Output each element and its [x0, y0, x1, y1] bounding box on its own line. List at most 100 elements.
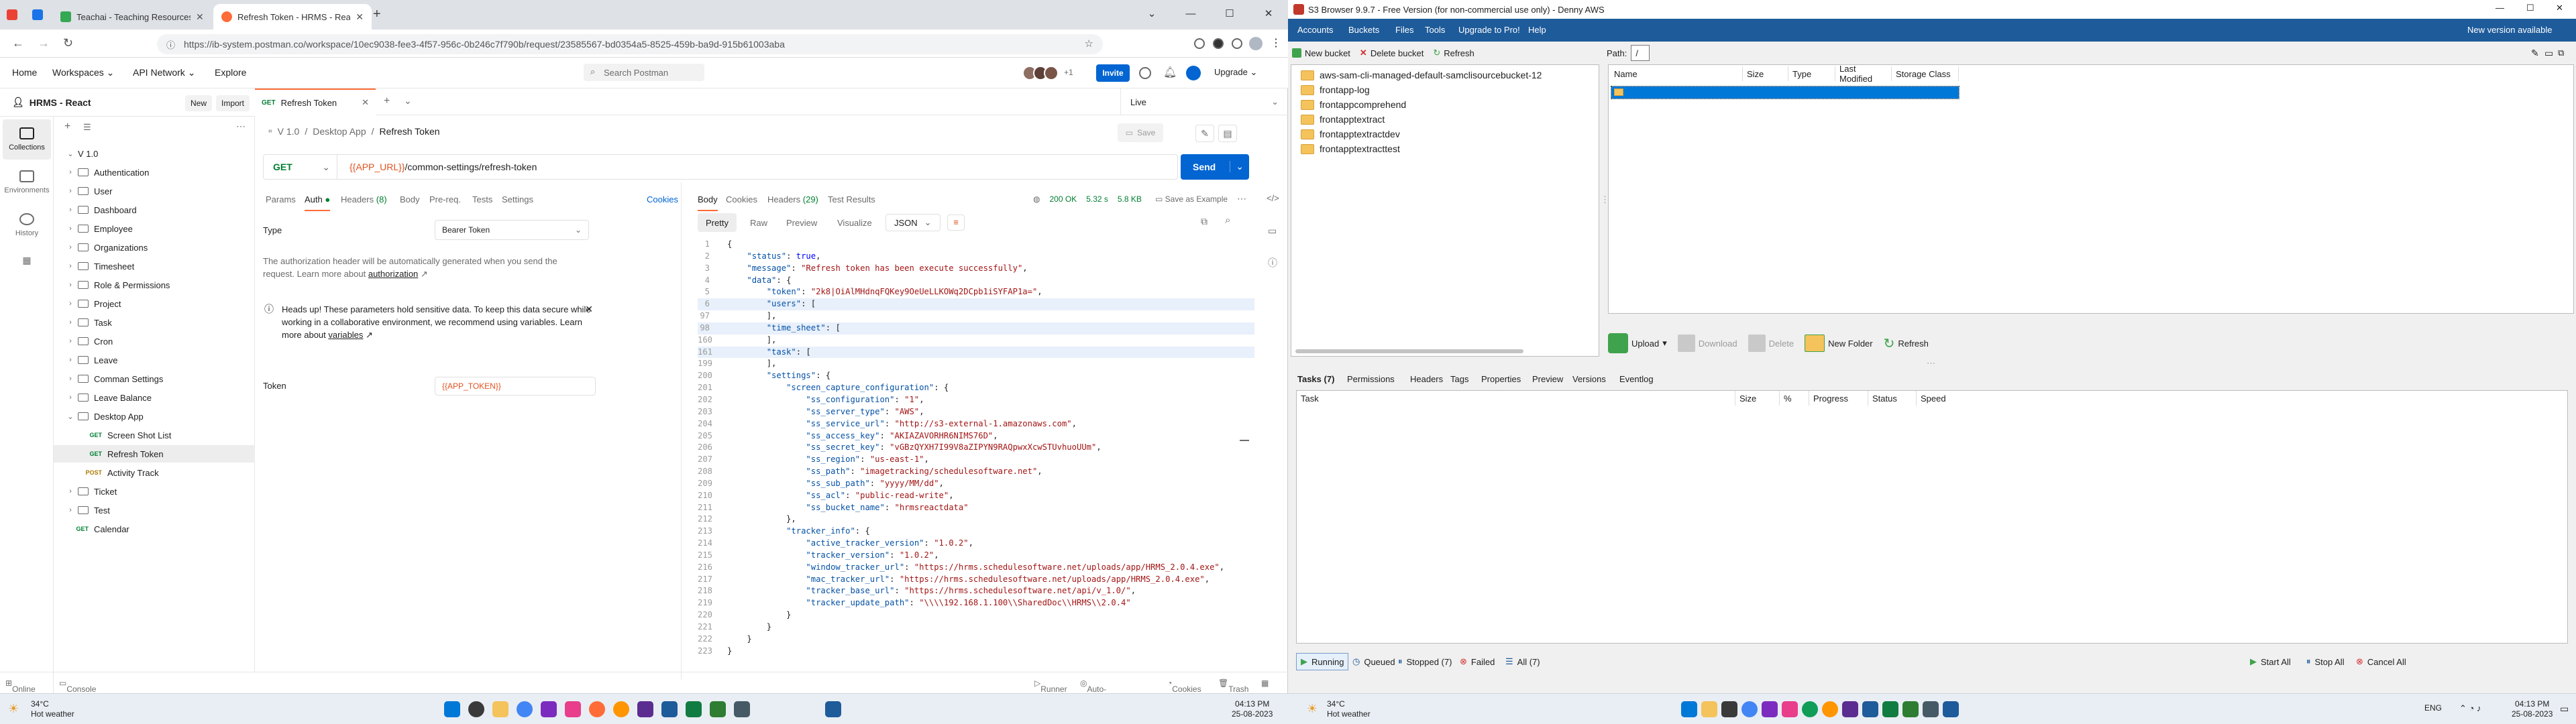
folder-item[interactable]: › Timesheet — [54, 257, 255, 275]
folder-item[interactable]: › Leave Balance — [54, 389, 255, 406]
bucket-item[interactable]: frontapptextract — [1301, 112, 1385, 127]
tab-headers[interactable]: Headers (8) — [341, 194, 387, 204]
settings-gear-icon[interactable] — [1139, 67, 1151, 79]
menu-tools[interactable]: Tools — [1425, 25, 1445, 35]
tab-pre-request[interactable]: Pre-req. — [429, 194, 461, 204]
format-preview[interactable]: Preview — [778, 213, 825, 232]
tab-settings[interactable]: Settings — [502, 194, 533, 204]
comments-icon[interactable]: ▤ — [1218, 125, 1237, 142]
status-agent[interactable]: ◎ Auto-select agent — [1080, 678, 1108, 713]
start-all-button[interactable]: ▶ Start All — [2246, 653, 2295, 670]
url-input[interactable]: {{APP_URL}}/common-settings/refresh-toke… — [350, 162, 537, 172]
folder-item[interactable]: › Test — [54, 501, 255, 519]
search-icon[interactable] — [468, 701, 484, 717]
minimize-icon[interactable]: — — [1171, 0, 1210, 27]
bookmark-star-icon[interactable]: ☆ — [1085, 38, 1093, 50]
refresh-files-button[interactable]: ↻ Refresh — [1884, 335, 1929, 352]
new-tab-icon[interactable]: + — [373, 7, 381, 22]
col-task[interactable]: Task — [1297, 391, 1735, 406]
tab-search-icon[interactable]: ⌄ — [1132, 0, 1171, 27]
start-icon[interactable] — [444, 701, 460, 717]
avatar[interactable] — [1044, 66, 1059, 80]
tab-properties[interactable]: Properties — [1481, 374, 1521, 384]
folder-item[interactable]: › User — [54, 182, 255, 200]
layout-icon[interactable]: ▦ — [1261, 678, 1269, 688]
format-pretty[interactable]: Pretty — [698, 213, 737, 232]
filter-failed[interactable]: ⊗ Failed — [1456, 653, 1499, 670]
col-type[interactable]: Type — [1788, 66, 1835, 81]
auth-type-select[interactable]: Bearer Token ⌄ — [435, 220, 589, 240]
response-size[interactable]: 5.8 KB — [1118, 194, 1142, 204]
save-button[interactable]: ▭ Save — [1118, 123, 1163, 142]
send-button[interactable]: Send ⌄ — [1181, 154, 1249, 180]
col-size[interactable]: Size — [1743, 66, 1788, 81]
save-as-example-button[interactable]: ▭ Save as Example — [1155, 194, 1228, 204]
bucket-item[interactable]: frontapp-log — [1301, 82, 1370, 97]
refresh-small-icon[interactable]: ⧉ — [2558, 48, 2564, 58]
chevron-right-icon[interactable]: › — [63, 187, 78, 195]
language-indicator[interactable]: ENG — [2424, 703, 2442, 713]
chevron-right-icon[interactable]: › — [63, 243, 78, 251]
weather-widget[interactable]: 34°C Hot weather — [31, 699, 74, 719]
import-button[interactable]: Import — [216, 95, 250, 111]
edit-icon[interactable]: ✎ — [1195, 125, 1214, 142]
delete-bucket-button[interactable]: ✕ Delete bucket — [1360, 48, 1424, 58]
stop-all-button[interactable]: ⏸︎ Stop All — [2302, 653, 2349, 670]
weather-icon[interactable]: ☀ — [1307, 702, 1318, 716]
folder-item[interactable]: › Organizations — [54, 239, 255, 256]
resp-tab-headers[interactable]: Headers (29) — [767, 194, 818, 204]
comments-icon[interactable]: ▭ — [1268, 225, 1277, 237]
app-icon[interactable] — [1721, 701, 1737, 717]
more-icon[interactable]: ⋯ — [1237, 193, 1246, 204]
edit-icon[interactable]: ✎ — [2531, 48, 2539, 59]
extension-icon[interactable] — [1194, 38, 1205, 49]
nav-api-network[interactable]: API Network ⌄ — [133, 67, 195, 78]
request-item[interactable]: GET Refresh Token — [54, 445, 255, 463]
new-bucket-button[interactable]: New bucket — [1292, 48, 1350, 58]
menu-accounts[interactable]: Accounts — [1297, 25, 1333, 35]
menu-files[interactable]: Files — [1395, 25, 1413, 35]
tray-icons[interactable]: ⌃ ◔ ♪ — [2459, 703, 2481, 713]
profile-avatar[interactable] — [1186, 66, 1201, 80]
folder-item[interactable]: › Dashboard — [54, 201, 255, 219]
request-item[interactable]: POST Activity Track — [54, 464, 255, 481]
wrap-lines-icon[interactable]: ≡ — [947, 215, 965, 231]
chevron-right-icon[interactable]: › — [63, 168, 78, 176]
forward-icon[interactable]: → — [38, 36, 50, 50]
extension-icon[interactable] — [32, 9, 43, 20]
delete-button[interactable]: Delete — [1748, 335, 1794, 352]
format-visualize[interactable]: Visualize — [829, 213, 880, 232]
refresh-buckets-button[interactable]: ↻ Refresh — [1433, 48, 1474, 58]
tab-tasks[interactable]: Tasks (7) — [1297, 374, 1334, 384]
app-icon[interactable] — [1762, 701, 1778, 717]
back-icon[interactable]: ← — [12, 36, 24, 50]
tab-auth[interactable]: Auth ● — [305, 194, 331, 211]
bucket-item[interactable]: frontappcomprehend — [1301, 97, 1406, 112]
breadcrumb-item[interactable]: Desktop App — [313, 126, 366, 137]
app-icon[interactable] — [1923, 701, 1939, 717]
folder-item[interactable]: › Role & Permissions — [54, 276, 255, 294]
add-collection-icon[interactable]: + — [64, 121, 70, 133]
cookies-link[interactable]: Cookies — [647, 194, 678, 204]
folder-item[interactable]: › Comman Settings — [54, 370, 255, 387]
rail-environments[interactable]: Environments — [3, 162, 51, 202]
col-size[interactable]: Size — [1735, 391, 1780, 406]
folder-item[interactable]: › Employee — [54, 220, 255, 237]
chevron-right-icon[interactable]: › — [63, 300, 78, 308]
download-button[interactable]: Download — [1677, 335, 1737, 352]
app-icon[interactable] — [1902, 701, 1919, 717]
status-trash[interactable]: 🗑︎ Trash — [1218, 678, 1248, 694]
new-folder-button[interactable]: New Folder — [1805, 335, 1873, 352]
new-request-tab-icon[interactable]: + — [384, 95, 390, 107]
status-online[interactable]: ⊞ Online — [5, 678, 36, 694]
path-input[interactable]: / — [1631, 45, 1650, 61]
collection-root[interactable]: ⌄ V 1.0 — [54, 145, 255, 162]
nav-explore[interactable]: Explore — [215, 67, 246, 78]
more-icon[interactable]: ⋯ — [236, 121, 246, 132]
request-tab-refresh-token[interactable]: GET Refresh Token ✕ — [255, 88, 376, 115]
profile-avatar[interactable] — [1249, 37, 1263, 50]
chevron-right-icon[interactable]: › — [63, 318, 78, 326]
more-options-icon[interactable]: ⋮ — [1271, 36, 1281, 50]
folder-item[interactable]: › Authentication — [54, 164, 255, 181]
s3-browser-icon[interactable] — [1943, 701, 1959, 717]
